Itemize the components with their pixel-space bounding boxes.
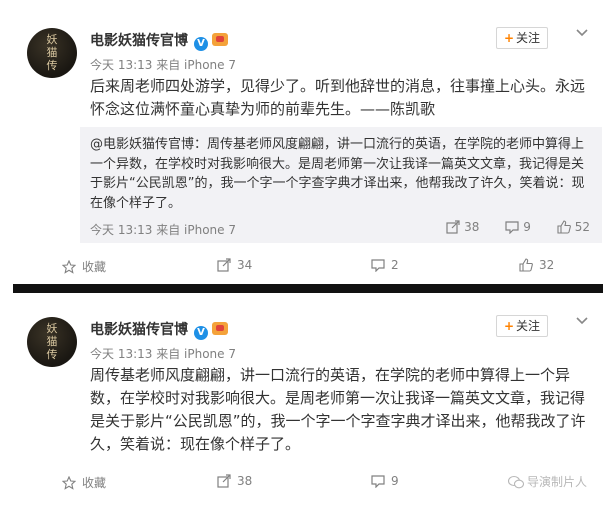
- repost-text: @电影妖猫传官博：周传基老师风度翩翩，讲一口流行的英语，在学院的老师中算得上一个…: [90, 137, 585, 211]
- follow-button[interactable]: + 关注: [496, 315, 548, 337]
- repost-actions: 38 9 52: [424, 220, 590, 235]
- repost-icon: [446, 220, 460, 234]
- repost-icon: [217, 258, 231, 272]
- repost-count: 38: [464, 220, 480, 234]
- avatar[interactable]: 妖 猫 传: [27, 28, 77, 78]
- vip-crown-icon: [212, 33, 228, 46]
- repost-button[interactable]: 34: [217, 258, 252, 272]
- repost-meta: 今天 13:13 来自 iPhone 7: [90, 223, 236, 237]
- chevron-down-icon[interactable]: [575, 314, 589, 328]
- repost-count: 34: [237, 258, 253, 272]
- comment-count: 9: [523, 220, 531, 234]
- vip-crown-icon: [212, 322, 228, 335]
- repost-repost-button[interactable]: 38: [446, 220, 479, 234]
- star-icon: [61, 259, 77, 274]
- plus-icon: +: [503, 319, 515, 333]
- post-body: 后来周老师四处游学，见得少了。听到他辞世的消息，往事撞上心头。永远怀念这位满怀童…: [90, 77, 586, 118]
- post-meta: 今天 13:13 来自 iPhone 7: [90, 347, 236, 361]
- follow-label: 关注: [516, 31, 541, 45]
- chevron-down-icon[interactable]: [575, 26, 589, 40]
- avatar-char: 妖: [46, 322, 58, 335]
- follow-label: 关注: [516, 319, 541, 333]
- post-meta: 今天 13:13 来自 iPhone 7: [90, 58, 236, 72]
- comment-icon: [371, 259, 385, 273]
- favorite-label: 收藏: [82, 476, 107, 490]
- repost-button[interactable]: 38: [217, 474, 252, 488]
- avatar-char: 猫: [46, 46, 58, 59]
- weibo-post-1: 妖 猫 传 电影妖猫传官博 V 今天 13:13 来自 iPhone 7 + 关注 …: [0, 0, 616, 283]
- like-icon: [519, 258, 533, 272]
- watermark: 导演制片人: [507, 473, 588, 490]
- author-name-row: 电影妖猫传官博 V: [90, 30, 228, 51]
- author-name-row: 电影妖猫传官博 V: [90, 319, 228, 340]
- like-button[interactable]: 32: [519, 258, 554, 272]
- comment-button[interactable]: 2: [371, 258, 399, 273]
- post-actions: 收藏 34 2 32: [0, 251, 616, 281]
- comment-count: 2: [391, 258, 399, 272]
- repost-like-button[interactable]: 52: [557, 220, 590, 234]
- favorite-button[interactable]: 收藏: [61, 474, 107, 491]
- favorite-label: 收藏: [82, 260, 107, 274]
- star-icon: [61, 475, 77, 490]
- follow-button[interactable]: + 关注: [496, 27, 548, 49]
- repost-icon: [217, 474, 231, 488]
- repost-comment-button[interactable]: 9: [505, 220, 531, 235]
- author-name[interactable]: 电影妖猫传官博: [90, 322, 188, 338]
- comment-button[interactable]: 9: [371, 474, 399, 489]
- comment-icon: [505, 221, 519, 235]
- avatar-char: 猫: [46, 335, 58, 348]
- avatar-char: 妖: [46, 33, 58, 46]
- like-count: 52: [574, 220, 590, 234]
- plus-icon: +: [503, 31, 515, 45]
- wechat-icon: [507, 475, 525, 489]
- verified-icon: V: [194, 37, 208, 51]
- author-name[interactable]: 电影妖猫传官博: [90, 33, 188, 49]
- avatar[interactable]: 妖 猫 传: [27, 317, 77, 367]
- verified-icon: V: [194, 326, 208, 340]
- watermark-text: 导演制片人: [527, 475, 588, 489]
- comment-count: 9: [391, 474, 399, 488]
- repost-box[interactable]: @电影妖猫传官博：周传基老师风度翩翩，讲一口流行的英语，在学院的老师中算得上一个…: [80, 127, 602, 243]
- like-count: 32: [539, 258, 555, 272]
- avatar-char: 传: [46, 348, 58, 361]
- like-icon: [557, 220, 571, 234]
- favorite-button[interactable]: 收藏: [61, 258, 107, 275]
- divider: [13, 284, 603, 293]
- avatar-char: 传: [46, 59, 58, 72]
- post-body: 周传基老师风度翩翩，讲一口流行的英语，在学院的老师中算得上一个异数，在学校时对我…: [90, 366, 586, 453]
- comment-icon: [371, 475, 385, 489]
- repost-count: 38: [237, 474, 253, 488]
